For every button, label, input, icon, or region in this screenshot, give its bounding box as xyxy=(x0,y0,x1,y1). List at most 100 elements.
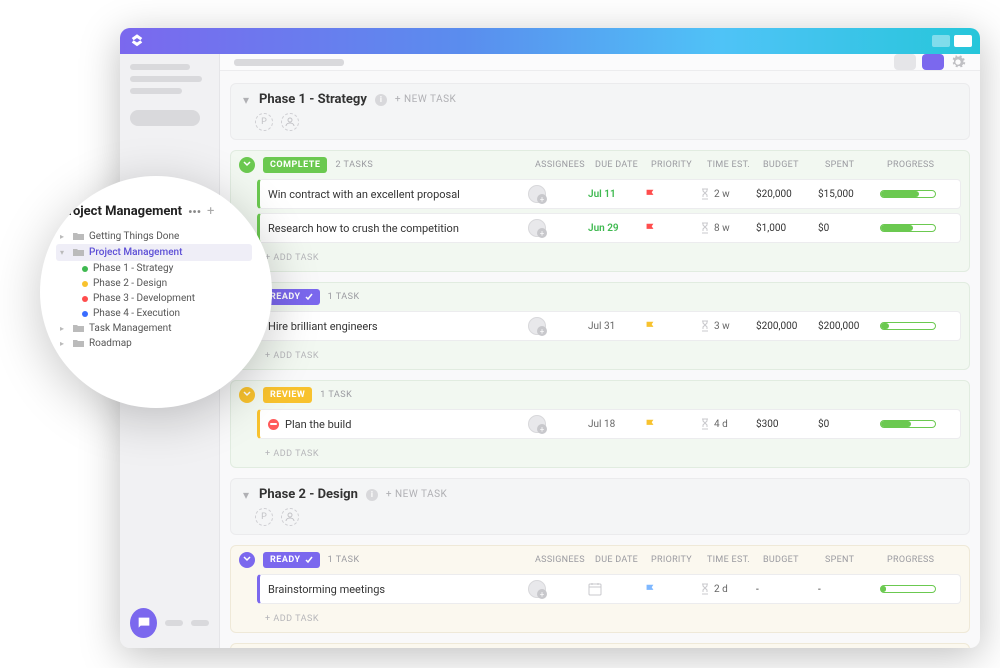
spent-cell[interactable]: - xyxy=(818,584,880,595)
priority-placeholder-icon[interactable]: P xyxy=(255,508,273,526)
info-icon[interactable]: i xyxy=(366,489,378,501)
task-title: Hire brilliant engineers xyxy=(268,320,378,333)
spent-cell[interactable]: $0 xyxy=(818,223,880,234)
add-task-button[interactable]: + ADD TASK xyxy=(231,608,969,632)
window-maximize-button[interactable] xyxy=(954,35,972,47)
time-est-cell[interactable]: 2 d xyxy=(700,583,756,595)
chat-button[interactable] xyxy=(130,608,157,638)
folder-icon xyxy=(73,232,84,241)
list-row[interactable]: Phase 1 - Strategy xyxy=(82,261,252,276)
window-minimize-button[interactable] xyxy=(932,35,950,47)
zoom-title: Project Management xyxy=(60,204,182,219)
assignee-avatar[interactable]: + xyxy=(528,219,546,237)
task-row[interactable]: Research how to crush the competition + … xyxy=(257,213,961,243)
priority-placeholder-icon[interactable]: P xyxy=(255,113,273,131)
flag-icon[interactable] xyxy=(644,320,656,332)
add-task-button[interactable]: + ADD TASK xyxy=(231,345,969,369)
hourglass-icon xyxy=(700,188,710,200)
phase-title: Phase 1 - Strategy xyxy=(259,92,367,107)
gear-icon[interactable] xyxy=(950,54,966,70)
task-title: Win contract with an excellent proposal xyxy=(268,188,460,201)
add-folder-button[interactable]: + xyxy=(207,204,214,219)
spent-cell[interactable]: $0 xyxy=(818,419,880,430)
info-icon[interactable]: i xyxy=(375,94,387,106)
progress-bar[interactable] xyxy=(880,420,936,428)
section-toggle[interactable] xyxy=(239,552,255,568)
hourglass-icon xyxy=(700,222,710,234)
task-row[interactable]: Hire brilliant engineers + Jul 31 3 w $2… xyxy=(257,311,961,341)
list-row[interactable]: Phase 2 - Design xyxy=(82,276,252,291)
list-row[interactable]: Phase 3 - Development xyxy=(82,291,252,306)
folder-row[interactable]: ▸ Roadmap xyxy=(60,336,252,351)
collapse-icon[interactable]: ▾ xyxy=(241,490,251,500)
folder-icon xyxy=(73,339,84,348)
calendar-icon[interactable] xyxy=(588,582,602,596)
assignee-placeholder-icon[interactable] xyxy=(281,508,299,526)
status-pill[interactable]: REVIEW xyxy=(263,387,312,403)
view-toggle-compact[interactable] xyxy=(894,54,916,70)
flag-icon[interactable] xyxy=(644,583,656,595)
task-row[interactable]: Win contract with an excellent proposal … xyxy=(257,179,961,209)
time-est-cell[interactable]: 8 w xyxy=(700,222,756,234)
folder-tree-zoom: Project Management ••• + ▸ Getting Thing… xyxy=(40,176,272,408)
assignee-avatar[interactable]: + xyxy=(528,580,546,598)
chat-icon xyxy=(136,615,152,631)
section-toggle[interactable] xyxy=(239,157,255,173)
spent-cell[interactable]: $200,000 xyxy=(818,321,880,332)
view-toggle-default[interactable] xyxy=(922,54,944,70)
budget-cell[interactable]: - xyxy=(756,584,818,595)
list-row[interactable]: Phase 4 - Execution xyxy=(82,306,252,321)
folder-icon xyxy=(73,248,84,257)
status-pill[interactable]: READY xyxy=(263,552,320,568)
time-est-cell[interactable]: 2 w xyxy=(700,188,756,200)
folder-row[interactable]: ▸ Getting Things Done xyxy=(60,229,252,244)
task-row[interactable]: Brainstorming meetings + 2 d - - xyxy=(257,574,961,604)
toolbar xyxy=(220,54,980,71)
task-title: Research how to crush the competition xyxy=(268,222,459,235)
assignee-avatar[interactable]: + xyxy=(528,317,546,335)
progress-bar[interactable] xyxy=(880,322,936,330)
folder-row[interactable]: ▾ Project Management xyxy=(56,244,252,261)
budget-cell[interactable]: $1,000 xyxy=(756,223,818,234)
spent-cell[interactable]: $15,000 xyxy=(818,189,880,200)
clickup-logo-icon xyxy=(128,32,146,50)
flag-icon[interactable] xyxy=(644,418,656,430)
task-title: Plan the build xyxy=(285,418,351,431)
progress-bar[interactable] xyxy=(880,585,936,593)
assignee-avatar[interactable]: + xyxy=(528,415,546,433)
assignee-avatar[interactable]: + xyxy=(528,185,546,203)
assignee-placeholder-icon[interactable] xyxy=(281,113,299,131)
collapse-icon[interactable]: ▾ xyxy=(241,95,251,105)
hourglass-icon xyxy=(700,583,710,595)
main-panel: ▾ Phase 1 - Strategy i + NEW TASK P COMP… xyxy=(220,54,980,648)
budget-cell[interactable]: $20,000 xyxy=(756,189,818,200)
folder-row[interactable]: ▸ Task Management xyxy=(60,321,252,336)
title-bar xyxy=(120,28,980,54)
status-pill[interactable]: COMPLETE xyxy=(263,157,327,173)
task-count: 1 TASK xyxy=(328,292,360,302)
flag-icon[interactable] xyxy=(644,222,656,234)
new-task-button[interactable]: + NEW TASK xyxy=(395,94,456,105)
due-cell[interactable]: Jul 11 xyxy=(588,189,644,200)
budget-cell[interactable]: $300 xyxy=(756,419,818,430)
time-est-cell[interactable]: 4 d xyxy=(700,418,756,430)
new-task-button[interactable]: + NEW TASK xyxy=(386,489,447,500)
more-icon[interactable]: ••• xyxy=(188,205,201,219)
section-toggle[interactable] xyxy=(239,387,255,403)
task-count: 1 TASK xyxy=(328,555,360,565)
progress-bar[interactable] xyxy=(880,224,936,232)
task-count: 2 TASKS xyxy=(335,160,373,170)
budget-cell[interactable]: $200,000 xyxy=(756,321,818,332)
hourglass-icon xyxy=(700,418,710,430)
add-task-button[interactable]: + ADD TASK xyxy=(231,443,969,467)
hourglass-icon xyxy=(700,320,710,332)
due-cell[interactable]: Jul 31 xyxy=(588,321,644,332)
progress-bar[interactable] xyxy=(880,190,936,198)
flag-icon[interactable] xyxy=(644,188,656,200)
task-row[interactable]: Plan the build + Jul 18 4 d $300 $0 xyxy=(257,409,961,439)
add-task-button[interactable]: + ADD TASK xyxy=(231,247,969,271)
due-cell[interactable]: Jul 18 xyxy=(588,419,644,430)
due-cell[interactable] xyxy=(588,582,644,596)
due-cell[interactable]: Jun 29 xyxy=(588,223,644,234)
time-est-cell[interactable]: 3 w xyxy=(700,320,756,332)
